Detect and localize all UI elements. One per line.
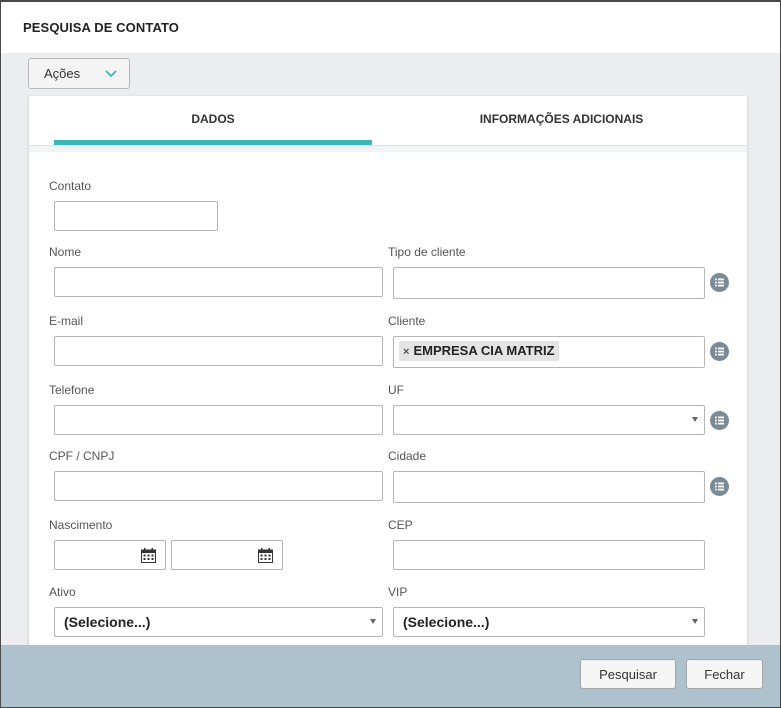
dialog-header: PESQUISA DE CONTATO [1, 2, 780, 53]
uf-select[interactable] [393, 405, 705, 435]
nome-label: Nome [49, 245, 82, 259]
nascimento-label: Nascimento [49, 518, 113, 532]
list-icon[interactable] [710, 411, 729, 430]
ativo-label: Ativo [49, 585, 76, 599]
tab-dados[interactable]: DADOS [54, 96, 372, 146]
tipo-cliente-label: Tipo de cliente [388, 245, 466, 259]
remove-tag-icon[interactable]: × [403, 346, 409, 358]
cpf-cnpj-input[interactable] [54, 471, 383, 501]
tab-bar: DADOS INFORMAÇÕES ADICIONAIS [29, 96, 747, 146]
form-panel: DADOS INFORMAÇÕES ADICIONAIS Contato Nom… [29, 96, 747, 656]
cep-label: CEP [388, 518, 413, 532]
vip-select[interactable]: (Selecione...) [393, 607, 705, 637]
nascimento-to-input[interactable] [171, 540, 283, 570]
calendar-icon[interactable] [258, 548, 273, 563]
list-icon[interactable] [710, 342, 729, 361]
email-label: E-mail [49, 314, 84, 328]
caret-down-icon [370, 619, 376, 624]
ativo-selected: (Selecione...) [64, 614, 151, 630]
calendar-icon[interactable] [141, 548, 156, 563]
vip-selected: (Selecione...) [403, 614, 490, 630]
cpf-cnpj-label: CPF / CNPJ [49, 449, 115, 463]
cliente-multiselect[interactable]: × EMPRESA CIA MATRIZ [393, 336, 705, 368]
email-input[interactable] [54, 336, 383, 366]
list-icon[interactable] [710, 273, 729, 292]
telefone-label: Telefone [49, 383, 95, 397]
actions-dropdown-button[interactable]: Ações [28, 58, 130, 89]
telefone-input[interactable] [54, 405, 383, 435]
actions-label: Ações [44, 66, 81, 81]
nascimento-from-input[interactable] [54, 540, 166, 570]
vip-label: VIP [388, 585, 408, 599]
search-form: Contato Nome Tipo de cliente E-mail Clie… [29, 152, 747, 656]
contato-label: Contato [49, 179, 92, 193]
active-tab-indicator [54, 140, 372, 145]
close-button[interactable]: Fechar [686, 659, 763, 689]
cliente-tag-label: EMPRESA CIA MATRIZ [413, 343, 555, 358]
cliente-tag: × EMPRESA CIA MATRIZ [399, 341, 559, 361]
cidade-label: Cidade [388, 449, 427, 463]
caret-down-icon [692, 619, 698, 624]
list-icon[interactable] [710, 477, 729, 496]
dialog-title: PESQUISA DE CONTATO [23, 20, 179, 35]
nome-input[interactable] [54, 267, 383, 297]
cep-input[interactable] [393, 540, 705, 570]
contato-input[interactable] [54, 201, 218, 231]
tab-informacoes-adicionais[interactable]: INFORMAÇÕES ADICIONAIS [389, 96, 734, 146]
ativo-select[interactable]: (Selecione...) [54, 607, 383, 637]
contact-search-dialog: PESQUISA DE CONTATO Ações DADOS INFORMAÇ… [0, 0, 781, 708]
cidade-input[interactable] [393, 471, 705, 503]
dialog-footer: Pesquisar Fechar [1, 645, 780, 707]
search-button[interactable]: Pesquisar [580, 659, 676, 689]
chevron-down-icon [105, 70, 117, 78]
tipo-cliente-input[interactable] [393, 267, 705, 299]
caret-down-icon [692, 417, 698, 422]
cliente-label: Cliente [388, 314, 426, 328]
uf-label: UF [388, 383, 404, 397]
